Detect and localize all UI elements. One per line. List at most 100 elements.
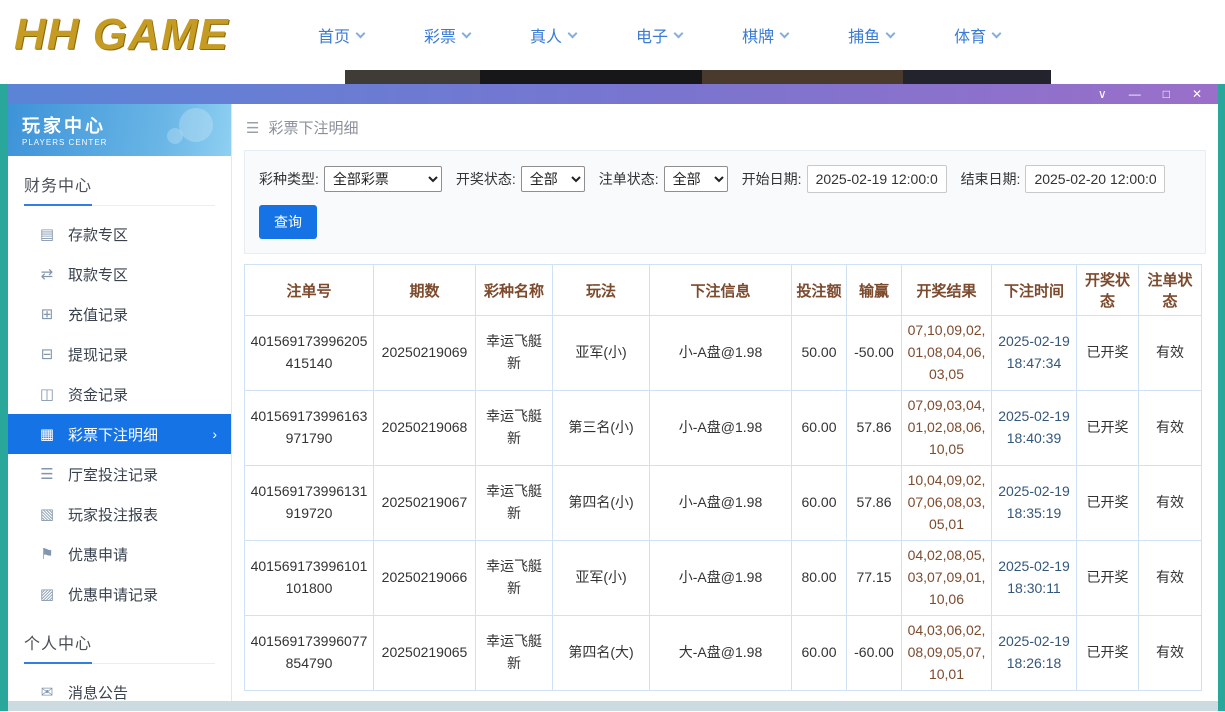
nav-label: 体育	[954, 23, 986, 47]
cell-lottery-name: 幸运飞艇新	[476, 391, 553, 466]
cell-order-status: 有效	[1139, 541, 1202, 616]
sidebar-item-label: 消息公告	[68, 682, 128, 703]
chevron-down-icon	[356, 28, 366, 38]
sidebar-item-label: 优惠申请	[68, 544, 128, 565]
sidebar-item-label: 取款专区	[68, 264, 128, 285]
draw-status-select[interactable]: 全部	[521, 166, 585, 192]
site-logo[interactable]: HH GAME	[0, 10, 318, 60]
player-bet-report-icon: ▧	[38, 505, 56, 523]
cell-draw-result: 10,04,09,02,07,06,08,03,05,01	[902, 466, 992, 541]
cell-bet-info: 小-A盘@1.98	[650, 466, 792, 541]
nav-item-home[interactable]: 首页	[318, 23, 364, 47]
cell-play-type: 第四名(小)	[553, 466, 650, 541]
chevron-down-icon	[780, 28, 790, 38]
nav-label: 真人	[530, 23, 562, 47]
background-banner-strip	[0, 70, 1225, 84]
cell-draw-status: 已开奖	[1077, 316, 1139, 391]
section-personal-center: 个人中心	[24, 630, 215, 664]
nav-label: 彩票	[424, 23, 456, 47]
window-titlebar: ∨ — □ ✕	[8, 84, 1218, 104]
nav-item-lottery[interactable]: 彩票	[424, 23, 470, 47]
cell-bet-time: 2025-02-19 18:40:39	[992, 391, 1077, 466]
lottery-bet-detail-icon: ▦	[38, 425, 56, 443]
table-header-row: 注单号 期数 彩种名称 玩法 下注信息 投注额 输赢 开奖结果 下注时间 开奖状…	[245, 265, 1202, 316]
window-maximize-icon[interactable]: □	[1163, 88, 1170, 100]
nav-item-slots[interactable]: 电子	[636, 23, 682, 47]
bet-detail-table: 注单号 期数 彩种名称 玩法 下注信息 投注额 输赢 开奖结果 下注时间 开奖状…	[244, 264, 1202, 691]
header-bet-amount: 投注额	[792, 265, 847, 316]
recharge-record-icon: ⊞	[38, 305, 56, 323]
cell-draw-status: 已开奖	[1077, 541, 1139, 616]
sidebar-item-player-bet-report[interactable]: ▧玩家投注报表	[8, 494, 231, 534]
chevron-right-icon: ›	[212, 426, 217, 442]
hall-bet-record-icon: ☰	[38, 465, 56, 483]
sidebar-item-lottery-bet-detail[interactable]: ▦彩票下注明细›	[8, 414, 231, 454]
promo-apply-icon: ⚑	[38, 545, 56, 563]
sidebar-item-label: 提现记录	[68, 344, 128, 365]
window-collapse-icon[interactable]: ∨	[1098, 88, 1107, 100]
lottery-type-label: 彩种类型:	[259, 169, 319, 189]
cell-order-id: 401569173996131919720	[245, 466, 374, 541]
cell-bet-amount: 50.00	[792, 316, 847, 391]
sidebar-item-withdrawal-record[interactable]: ⊟提现记录	[8, 334, 231, 374]
cell-period: 20250219067	[374, 466, 476, 541]
header-lottery-name: 彩种名称	[476, 265, 553, 316]
window-bottom-strip	[8, 701, 1218, 711]
start-date-input[interactable]	[807, 165, 947, 193]
cell-bet-time: 2025-02-19 18:26:18	[992, 616, 1077, 691]
nav-item-cards[interactable]: 棋牌	[742, 23, 788, 47]
nav-label: 捕鱼	[848, 23, 880, 47]
end-date-input[interactable]	[1025, 165, 1165, 193]
funds-record-icon: ◫	[38, 385, 56, 403]
banner-fragment	[903, 70, 1051, 84]
sidebar-item-withdraw[interactable]: ⇄取款专区	[8, 254, 231, 294]
nav-item-sports[interactable]: 体育	[954, 23, 1000, 47]
cell-draw-result: 07,09,03,04,01,02,08,06,10,05	[902, 391, 992, 466]
main-nav: 首页 彩票 真人 电子 棋牌 捕鱼 体育	[318, 23, 1000, 47]
sidebar-item-recharge-record[interactable]: ⊞充值记录	[8, 294, 231, 334]
window-minimize-icon[interactable]: —	[1129, 88, 1141, 100]
nav-item-fishing[interactable]: 捕鱼	[848, 23, 894, 47]
cell-draw-result: 04,03,06,02,08,09,05,07,10,01	[902, 616, 992, 691]
cell-bet-info: 大-A盘@1.98	[650, 616, 792, 691]
cell-period: 20250219068	[374, 391, 476, 466]
sidebar-item-hall-bet-record[interactable]: ☰ 厅室投注记录	[8, 454, 231, 494]
main-content: ☰ 彩票下注明细 彩种类型: 全部彩票 开奖状态: 全部	[232, 104, 1218, 711]
cell-bet-amount: 60.00	[792, 391, 847, 466]
cell-order-id: 401569173996101101800	[245, 541, 374, 616]
page-header: ☰ 彩票下注明细	[232, 104, 1218, 148]
sidebar-item-promo-apply-record[interactable]: ▨优惠申请记录	[8, 574, 231, 614]
header-win-loss: 输赢	[847, 265, 902, 316]
lottery-type-select[interactable]: 全部彩票	[324, 166, 442, 192]
window-close-icon[interactable]: ✕	[1192, 88, 1202, 100]
order-status-select[interactable]: 全部	[664, 166, 728, 192]
cell-win-loss: -50.00	[847, 316, 902, 391]
chevron-down-icon	[674, 28, 684, 38]
cell-bet-info: 小-A盘@1.98	[650, 391, 792, 466]
cell-bet-time: 2025-02-19 18:35:19	[992, 466, 1077, 541]
menu-toggle-icon[interactable]: ☰	[246, 119, 259, 137]
draw-status-label: 开奖状态:	[456, 169, 516, 189]
cell-win-loss: 57.86	[847, 391, 902, 466]
nav-label: 电子	[636, 23, 668, 47]
cell-period: 20250219069	[374, 316, 476, 391]
cell-lottery-name: 幸运飞艇新	[476, 316, 553, 391]
order-status-label: 注单状态:	[599, 169, 659, 189]
sidebar-item-promo-apply[interactable]: ⚑ 优惠申请	[8, 534, 231, 574]
cell-lottery-name: 幸运飞艇新	[476, 616, 553, 691]
sidebar-item-funds-record[interactable]: ◫ 资金记录	[8, 374, 231, 414]
sidebar: 玩家中心 PLAYERS CENTER 财务中心 ▤存款专区 ⇄取款专区 ⊞充值…	[8, 104, 232, 711]
cell-bet-info: 小-A盘@1.98	[650, 316, 792, 391]
site-topnav: HH GAME 首页 彩票 真人 电子 棋牌 捕鱼 体育	[0, 0, 1225, 70]
cell-bet-amount: 60.00	[792, 616, 847, 691]
cell-period: 20250219066	[374, 541, 476, 616]
banner-fragment	[345, 70, 480, 84]
header-bet-info: 下注信息	[650, 265, 792, 316]
sidebar-item-deposit[interactable]: ▤存款专区	[8, 214, 231, 254]
cell-bet-amount: 60.00	[792, 466, 847, 541]
sidebar-item-label: 厅室投注记录	[68, 464, 158, 485]
nav-label: 首页	[318, 23, 350, 47]
sidebar-item-label: 资金记录	[68, 384, 128, 405]
nav-item-live[interactable]: 真人	[530, 23, 576, 47]
search-button[interactable]: 查询	[259, 205, 317, 239]
